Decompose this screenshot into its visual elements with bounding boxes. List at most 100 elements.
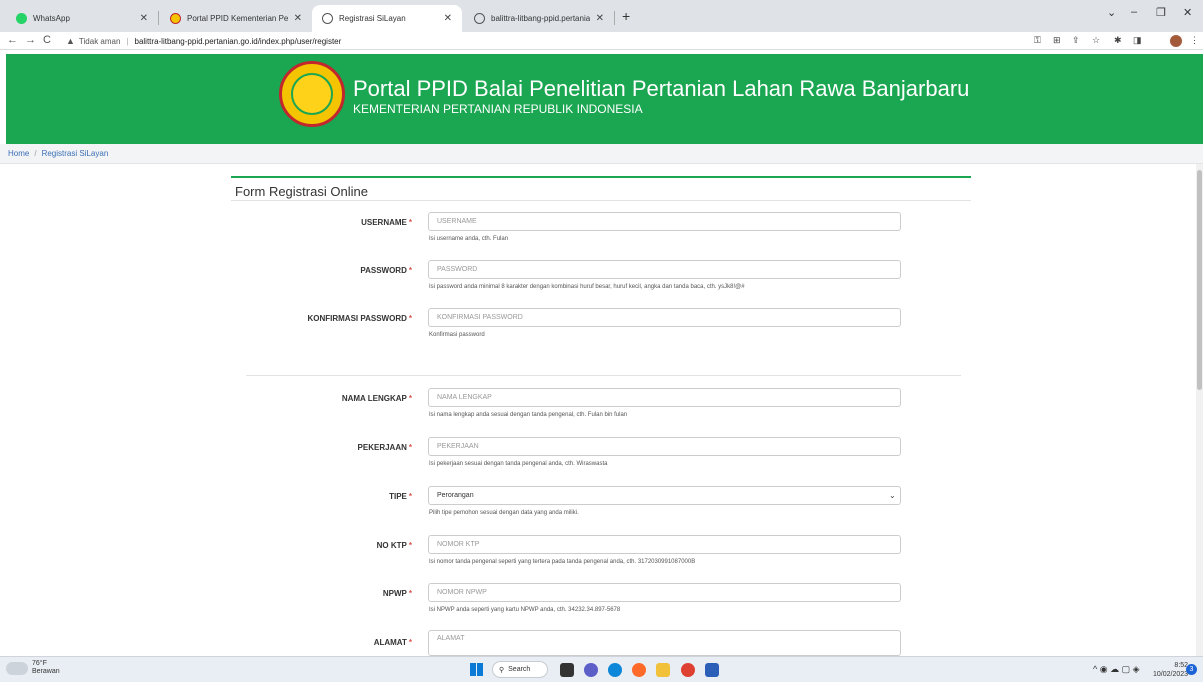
bookmark-star-icon[interactable]: ☆ [1092,35,1100,46]
edge-icon[interactable] [608,663,622,677]
password-input[interactable] [428,260,901,279]
chevron-down-icon: ⌄ [889,491,896,500]
chrome-icon[interactable] [681,663,695,677]
security-status[interactable]: Tidak aman [79,37,121,46]
close-icon[interactable]: ✕ [294,13,302,24]
taskbar-search[interactable]: ⚲ Search [492,661,548,678]
whatsapp-icon [16,13,27,24]
tab-label: Portal PPID Kementerian Pertania [187,14,288,23]
ppid-logo-icon [170,13,181,24]
weather-desc: Berawan [32,668,60,675]
restore-button[interactable]: ❐ [1156,6,1166,19]
site-header-banner: Portal PPID Balai Penelitian Pertanian L… [6,54,1203,144]
search-icon: ⚲ [499,666,505,674]
close-icon[interactable]: ✕ [140,13,148,24]
url-separator: | [126,36,129,46]
windows-taskbar: 76°F Berawan ⚲ Search ^ ◉ ☁ ▢ ◈ 8:52 10/0… [0,656,1203,682]
share-icon[interactable]: ⇪ [1072,35,1080,46]
npwp-label: NPWP * [382,589,412,598]
reload-button[interactable]: C [43,34,51,46]
confirm-password-input[interactable] [428,308,901,327]
close-icon[interactable]: ✕ [596,13,604,24]
close-icon[interactable]: ✕ [444,13,452,24]
extensions-icon[interactable]: ✱ [1114,35,1122,46]
new-tab-button[interactable]: + [622,8,630,24]
clock-time: 8:52 [1174,662,1189,669]
tab-label: WhatsApp [33,14,70,23]
tab-label: balittra-litbang-ppid.pertanian.g [491,14,590,23]
scrollbar-thumb[interactable] [1197,170,1202,390]
profile-avatar[interactable] [1170,35,1182,47]
taskbar-clock[interactable]: 8:52 10/02/2023 [1153,661,1188,679]
breadcrumb-separator: / [34,149,37,158]
weather-widget[interactable]: 76°F Berawan [6,660,60,676]
address-bar-row: ← → C ▲ Tidak aman | balittra-litbang-pp… [0,32,1203,50]
occupation-label: PEKERJAAN * [357,443,412,452]
username-label: USERNAME * [361,218,412,227]
site-title: Portal PPID Balai Penelitian Pertanian L… [353,76,970,101]
breadcrumb: Home / Registrasi SiLayan [0,144,1203,164]
tab-registrasi-silayan[interactable]: Registrasi SiLayan ✕ [312,5,462,32]
section-divider [246,375,961,376]
full-name-label: NAMA LENGKAP * [341,394,412,403]
globe-icon [474,13,485,24]
weather-temp: 76°F [32,660,47,667]
tab-balittra[interactable]: balittra-litbang-ppid.pertanian.g ✕ [464,5,614,32]
type-help: Pilih tipe pemohon sesuai dengan data ya… [429,510,579,516]
word-icon[interactable] [705,663,719,677]
window-close-button[interactable]: ✕ [1183,6,1192,19]
breadcrumb-home-link[interactable]: Home [8,149,29,158]
firefox-icon[interactable] [632,663,646,677]
occupation-input[interactable] [428,437,901,456]
tab-portal-ppid[interactable]: Portal PPID Kementerian Pertania ✕ [160,5,312,32]
task-view-icon[interactable] [560,663,574,677]
tab-whatsapp[interactable]: WhatsApp ✕ [6,5,158,32]
system-tray-icons[interactable]: ^ ◉ ☁ ▢ ◈ [1093,664,1140,675]
clock-date: 10/02/2023 [1153,671,1189,678]
windows-start-icon[interactable] [470,663,483,676]
minimize-button[interactable]: – [1131,6,1137,18]
kementan-logo-icon[interactable] [279,61,345,127]
back-button[interactable]: ← [7,34,18,46]
chat-icon[interactable] [584,663,598,677]
key-icon[interactable]: ⚿ [1034,35,1041,46]
npwp-help: Isi NPWP anda seperti yang kartu NPWP an… [429,607,621,613]
npwp-input[interactable] [428,583,901,602]
globe-icon [322,13,333,24]
address-textarea[interactable] [428,630,901,656]
warning-icon[interactable]: ▲ [66,36,75,46]
occupation-help: Isi pekerjaan sesuai dengan tanda pengen… [429,461,608,467]
full-name-input[interactable] [428,388,901,407]
translate-icon[interactable]: ⊞ [1053,35,1061,46]
search-label: Search [508,666,531,673]
tab-label: Registrasi SiLayan [339,14,406,23]
menu-icon[interactable]: ⋮ [1190,35,1199,46]
username-help: Isi username anda, cth. Fulan [429,236,509,242]
ktp-input[interactable] [428,535,901,554]
confirm-password-help: Konfirmasi password [429,332,485,338]
password-help: Isi password anda minimal 8 karakter den… [429,284,745,290]
forward-button[interactable]: → [25,34,36,46]
cloud-icon [6,661,28,675]
side-panel-icon[interactable]: ◨ [1133,35,1142,46]
url-text[interactable]: balittra-litbang-ppid.pertanian.go.id/in… [135,37,342,46]
logo-emblem [291,73,333,115]
username-input[interactable] [428,212,901,231]
title-divider [231,200,971,201]
address-label: ALAMAT * [373,638,412,647]
form-title: Form Registrasi Online [235,184,368,199]
breadcrumb-current[interactable]: Registrasi SiLayan [42,149,109,158]
notification-badge[interactable]: 3 [1186,664,1197,675]
site-subtitle: KEMENTERIAN PERTANIAN REPUBLIK INDONESIA [353,102,643,116]
password-label: PASSWORD * [360,266,412,275]
ktp-help: Isi nomor tanda pengenal seperti yang te… [429,559,696,565]
ktp-label: NO KTP * [376,541,412,550]
type-select[interactable]: Perorangan [428,486,901,505]
full-name-help: Isi nama lengkap anda sesuai dengan tand… [429,412,628,418]
file-explorer-icon[interactable] [656,663,670,677]
url-field[interactable]: ▲ Tidak aman | balittra-litbang-ppid.per… [66,34,341,48]
confirm-password-label: KONFIRMASI PASSWORD * [307,314,412,323]
browser-tab-strip: WhatsApp ✕ Portal PPID Kementerian Perta… [0,0,1203,32]
type-label: TIPE * [389,492,412,501]
tab-search-button[interactable]: ⌄ [1107,6,1116,19]
